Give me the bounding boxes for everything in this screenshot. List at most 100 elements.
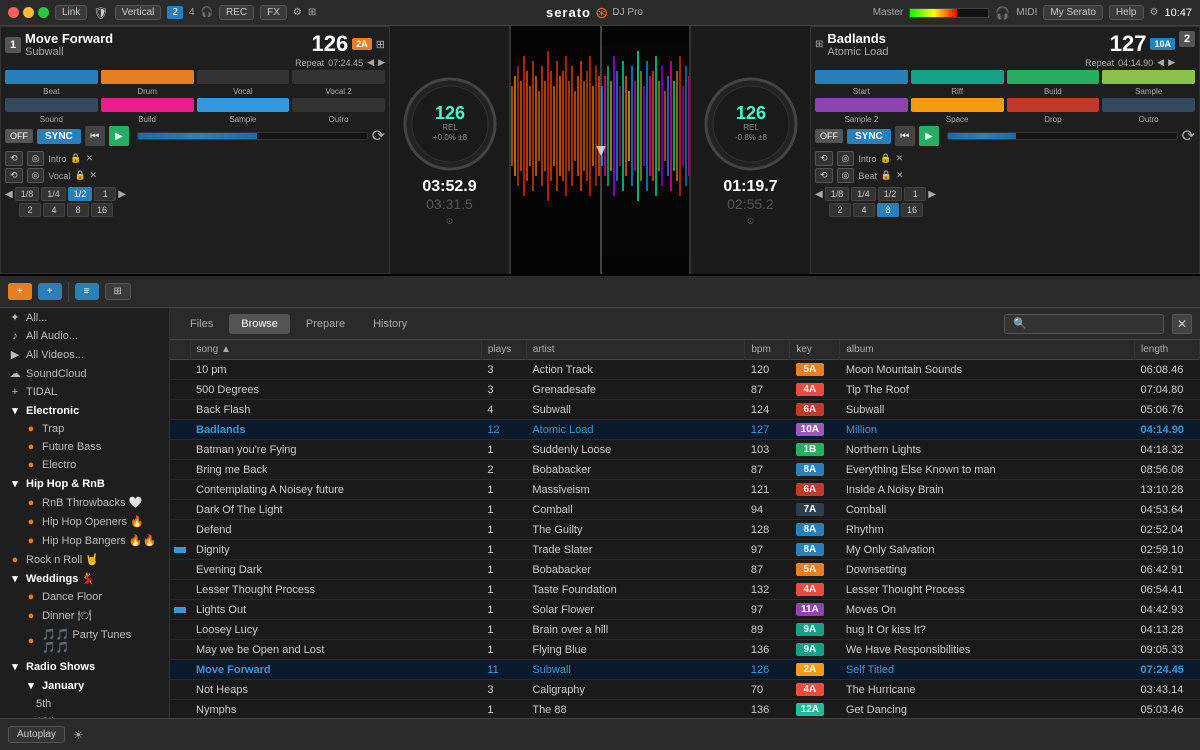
deck-2-hc-space[interactable] [911,98,1004,112]
deck-1-hc-build[interactable] [101,98,194,112]
sidebar-item-january[interactable]: ▾ January [0,676,169,695]
sidebar-item-rock[interactable]: ● Rock n Roll 🤘 [0,550,169,569]
table-row[interactable]: Bring me Back2Bobabacker878AEverything E… [170,460,1200,480]
maximize-btn[interactable] [38,7,49,18]
table-row[interactable]: Defend1The Guilty1288ARhythm02:52.04 [170,520,1200,540]
deck-2-hc-drop[interactable] [1007,98,1100,112]
table-row[interactable]: 500 Degrees3Grenadesafe874ATip The Roof0… [170,380,1200,400]
add-crate-button[interactable]: + [8,283,32,300]
deck-2-loop-right-arr[interactable]: ▶ [928,189,936,200]
deck-1-loop2-icon[interactable]: ⟲ [5,168,23,183]
deck-2-cue-icon[interactable]: ◎ [837,151,855,166]
tab-files[interactable]: Files [178,314,225,334]
deck-2-off-btn[interactable]: OFF [815,129,843,143]
sidebar-item-all-videos[interactable]: ▶ All Videos... [0,345,169,364]
col-header-length[interactable]: length [1135,340,1200,360]
deck-2-loop2-icon[interactable]: ⟲ [815,168,833,183]
table-row[interactable]: Nymphs1The 8813612AGet Dancing05:03.46 [170,700,1200,719]
sidebar-item-5th[interactable]: 5th [0,695,169,713]
deck-2-next-icon[interactable]: ▶ [1168,57,1175,68]
my-serato-button[interactable]: My Serato [1043,5,1103,20]
sidebar-item-dinner[interactable]: ● Dinner 🍽 [0,606,169,625]
tab-browse[interactable]: Browse [229,314,290,334]
deck-1-hc-sound[interactable] [5,98,98,112]
deck-1-loop-icon[interactable]: ⟲ [5,151,23,166]
deck-2-x-icon[interactable]: ✕ [896,153,904,164]
table-row[interactable]: 10 pm3Action Track1205AMoon Mountain Sou… [170,360,1200,380]
deck-1-loop-1-2[interactable]: 1/2 [68,187,93,201]
deck-2-play-btn[interactable]: ▶ [919,126,939,146]
sidebar-item-future-bass[interactable]: ● Future Bass [0,438,169,456]
deck-1-lock2-icon[interactable]: 🔒 [74,170,85,181]
deck-2-hc-sample2[interactable] [815,98,908,112]
deck-2-loop-1-8[interactable]: 1/8 [825,187,850,201]
deck-1-knob-svg[interactable]: 126 REL +0.0% ±8 [400,74,500,174]
deck-1-x2-icon[interactable]: ✕ [90,170,98,181]
deck-1-hc-sample[interactable] [197,98,290,112]
deck-2-loop-1-4[interactable]: 1/4 [851,187,876,201]
deck-1-loop-num-2[interactable]: 2 [19,203,41,217]
col-header-key[interactable]: key [790,340,840,360]
sidebar-item-radio-shows[interactable]: ▾ Radio Shows [0,657,169,676]
deck-2-loop-icon[interactable]: ⟲ [815,151,833,166]
deck-2-loop-1-2[interactable]: 1/2 [878,187,903,201]
deck-1-loop-num-16[interactable]: 16 [91,203,113,217]
table-row[interactable]: Badlands12Atomic Load12710AMillion04:14.… [170,420,1200,440]
sidebar-item-soundcloud[interactable]: ☁ SoundCloud [0,364,169,383]
tab-prepare[interactable]: Prepare [294,314,357,334]
col-header-song[interactable]: song [190,340,481,360]
minimize-btn[interactable] [23,7,34,18]
deck-1-lock-icon[interactable]: 🔒 [70,153,81,164]
deck-2-prev-btn[interactable]: ⏮ [895,126,915,146]
deck-2-loop-num-2[interactable]: 2 [829,203,851,217]
deck-2-hc-start[interactable] [815,70,908,84]
sidebar-item-tidal[interactable]: + TIDAL [0,383,169,401]
deck-2-hc-outro[interactable] [1102,98,1195,112]
deck-2-x2-icon[interactable]: ✕ [896,170,904,181]
tab-history[interactable]: History [361,314,419,334]
grid-view-button[interactable]: ⊞ [105,283,131,300]
deck-2-knob-svg[interactable]: 126 REL -0.8% ±8 [701,74,801,174]
table-row[interactable]: Dignity1Trade Slater978AMy Only Salvatio… [170,540,1200,560]
deck-1-hc-beat[interactable] [5,70,98,84]
deck-1-cue-knob[interactable]: ⟳ [372,126,385,146]
table-row[interactable]: Not Heaps3Caligraphy704AThe Hurricane03:… [170,680,1200,700]
deck-2-hc-build[interactable] [1007,70,1100,84]
deck-1-cue-point-icon[interactable]: ⊙ [446,216,454,227]
deck-2-loop-left-arr[interactable]: ◀ [815,189,823,200]
deck-2-prev-icon[interactable]: ◀ [1157,57,1164,68]
sidebar-item-party-tunes[interactable]: ● 🎵🎵 Party Tunes 🎵🎵 [0,625,169,657]
autoplay-button[interactable]: Autoplay [8,726,65,743]
deck-1-off-btn[interactable]: OFF [5,129,33,143]
deck-2-lock2-icon[interactable]: 🔒 [881,170,892,181]
sidebar-item-hiphop-bangers[interactable]: ● Hip Hop Bangers 🔥🔥 [0,531,169,550]
close-btn[interactable] [8,7,19,18]
deck-2-hc-riff[interactable] [911,70,1004,84]
deck-1-x-icon[interactable]: ✕ [86,153,94,164]
sidebar-item-weddings[interactable]: ▾ Weddings 💃 [0,569,169,588]
table-row[interactable]: Contemplating A Noisey future1Massiveism… [170,480,1200,500]
table-row[interactable]: Move Forward11Subwall1262ASelf Titled07:… [170,660,1200,680]
deck-2-sync-btn[interactable]: SYNC [847,129,891,144]
deck-1-hc-outro[interactable] [292,98,385,112]
link-button[interactable]: Link [55,5,87,20]
table-row[interactable]: Lesser Thought Process1Taste Foundation1… [170,580,1200,600]
col-header-album[interactable]: album [840,340,1135,360]
sidebar-item-12th[interactable]: 12th [0,713,169,718]
table-row[interactable]: May we be Open and Lost1Flying Blue1369A… [170,640,1200,660]
col-header-bpm[interactable]: bpm [745,340,790,360]
fx-button[interactable]: FX [260,5,287,20]
deck-2-hc-sample[interactable] [1102,70,1195,84]
layout-select[interactable]: Vertical [115,5,162,20]
deck-1-hc-drum[interactable] [101,70,194,84]
add-smart-crate-button[interactable]: + [38,283,62,300]
help-button[interactable]: Help [1109,5,1144,20]
deck-1-loop-right-arr[interactable]: ▶ [118,189,126,200]
deck-1-loop-left-arr[interactable]: ◀ [5,189,13,200]
deck-1-hc-vocal2[interactable] [292,70,385,84]
deck-1-loop-num-4[interactable]: 4 [43,203,65,217]
deck-1-play-btn[interactable]: ▶ [109,126,129,146]
sidebar-item-electronic[interactable]: ▾ Electronic [0,401,169,420]
search-close-button[interactable]: ✕ [1172,314,1192,334]
deck-1-loop-1-8[interactable]: 1/8 [15,187,40,201]
